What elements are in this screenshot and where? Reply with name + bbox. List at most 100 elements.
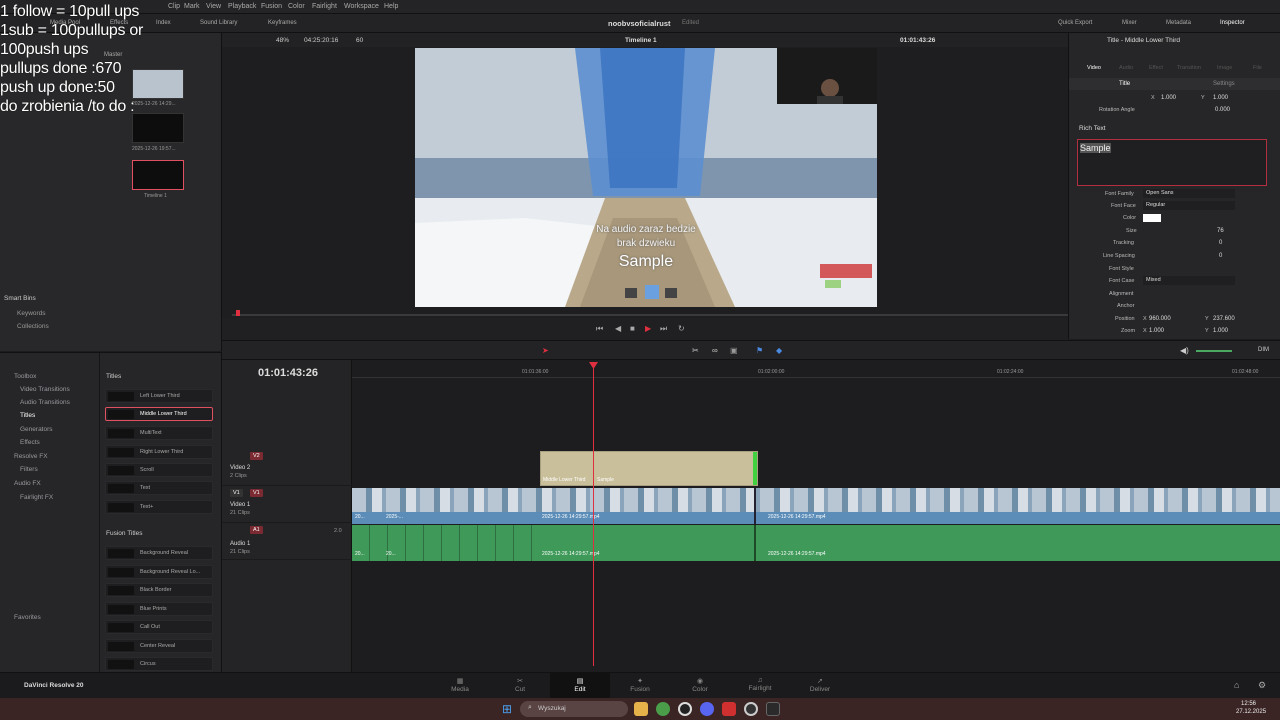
fusion-title-call-out[interactable]: Call Out [105, 620, 213, 634]
title-overlay-sample[interactable]: Sample [415, 253, 877, 271]
quick-export-button[interactable]: Quick Export [1058, 20, 1092, 26]
smart-bin-keywords[interactable]: Keywords [17, 310, 46, 317]
volume-icon[interactable]: ◀) [1180, 346, 1189, 355]
line-spacing-value[interactable]: 0 [1219, 253, 1222, 259]
home-icon[interactable]: ⌂ [1234, 680, 1239, 690]
metadata-button[interactable]: Metadata [1166, 20, 1191, 26]
tree-toolbox[interactable]: Toolbox [14, 373, 36, 380]
taskbar-search-box[interactable]: ⌕ Wyszukaj [520, 701, 628, 717]
subtab-title[interactable]: Title [1119, 81, 1130, 87]
marker-icon[interactable]: ◆ [776, 346, 782, 355]
title-multitext[interactable]: MultiText [105, 426, 213, 440]
mixer-button[interactable]: Mixer [1122, 20, 1137, 26]
fusion-title-background-reveal-lower[interactable]: Background Reveal Lo... [105, 565, 213, 579]
position-x-value[interactable]: 960.000 [1149, 316, 1171, 322]
tracking-value[interactable]: 0 [1219, 240, 1222, 246]
font-face-dropdown[interactable]: Regular [1143, 201, 1235, 210]
zoom-x-value[interactable]: 1.000 [1161, 95, 1176, 101]
clip-thumbnail[interactable] [132, 113, 184, 143]
menu-fairlight[interactable]: Fairlight [312, 3, 337, 10]
position-y-value[interactable]: 237.600 [1213, 316, 1235, 322]
zoom2-x-value[interactable]: 1.000 [1149, 328, 1164, 334]
play-icon[interactable]: ▶ [645, 324, 651, 333]
tree-fairlight-fx[interactable]: Fairlight FX [20, 494, 53, 501]
steam-icon[interactable] [744, 702, 758, 716]
tab-image[interactable]: Image [1217, 65, 1232, 71]
page-tab-fairlight[interactable]: ♫ Fairlight [730, 673, 790, 699]
page-tab-deliver[interactable]: ➚ Deliver [790, 673, 850, 699]
clip-trim-handle[interactable] [753, 452, 757, 485]
size-value[interactable]: 76 [1217, 228, 1224, 234]
fusion-title-black-border[interactable]: Black Border [105, 583, 213, 597]
chrome-icon[interactable] [656, 702, 670, 716]
tree-filters[interactable]: Filters [20, 466, 38, 473]
app-icon[interactable] [722, 702, 736, 716]
track-header-v2[interactable]: V2 Video 2 2 Clips [222, 450, 352, 486]
selection-tool-icon[interactable]: ➤ [542, 346, 549, 355]
fusion-title-blue-prints[interactable]: Blue Prints [105, 602, 213, 616]
scrubber-playhead[interactable] [236, 310, 240, 316]
title-scroll[interactable]: Scroll [105, 463, 213, 477]
timeline-ruler[interactable]: 01:01:36:00 01:02:00:00 01:02:24:00 01:0… [352, 360, 1280, 378]
title-clip-middle-lower-third[interactable]: Middle Lower Third Sample [540, 451, 758, 486]
last-frame-icon[interactable]: ⏭ [660, 324, 667, 334]
volume-slider[interactable] [1196, 350, 1232, 352]
link-icon[interactable]: ∞ [712, 346, 718, 355]
tree-video-transitions[interactable]: Video Transitions [20, 386, 70, 393]
menu-help[interactable]: Help [384, 3, 398, 10]
font-case-dropdown[interactable]: Mixed [1143, 276, 1235, 285]
scrubber-bar[interactable] [232, 314, 1068, 316]
timeline-area[interactable]: 01:01:36:00 01:02:00:00 01:02:24:00 01:0… [352, 360, 1280, 672]
clock-date[interactable]: 27.12.2025 [1236, 709, 1266, 715]
source-patch[interactable]: V1 [230, 489, 243, 497]
timeline-playhead[interactable] [593, 366, 594, 666]
video-frame[interactable]: Na audio zaraz bedzie brak dzwieku Sampl… [415, 48, 877, 307]
track-header-v1[interactable]: V1 V1 Video 1 21 Clips [222, 487, 352, 523]
rotation-angle-value[interactable]: 0.000 [1215, 107, 1230, 113]
menu-view[interactable]: View [206, 3, 221, 10]
track-header-a1[interactable]: A1 Audio 1 21 Clips 2.0 [222, 524, 352, 560]
tree-resolve-fx[interactable]: Resolve FX [14, 453, 48, 460]
inspector-button[interactable]: Inspector [1220, 20, 1245, 26]
stop-icon[interactable]: ■ [630, 324, 635, 333]
blade-tool-icon[interactable]: ✂ [692, 346, 699, 355]
title-right-lower-third[interactable]: Right Lower Third [105, 445, 213, 459]
tree-audio-fx[interactable]: Audio FX [14, 480, 41, 487]
lock-icon[interactable]: ▣ [730, 346, 738, 355]
tab-transition[interactable]: Transition [1177, 65, 1201, 71]
color-swatch[interactable] [1143, 214, 1161, 222]
fusion-title-circus[interactable]: Circus [105, 657, 213, 671]
page-tab-fusion[interactable]: ✦ Fusion [610, 673, 670, 699]
zoom-y-value[interactable]: 1.000 [1213, 95, 1228, 101]
loop-icon[interactable]: ↻ [678, 324, 685, 333]
title-text[interactable]: Text [105, 481, 213, 495]
davinci-resolve-icon[interactable] [766, 702, 780, 716]
reverse-icon[interactable]: ◀ [615, 324, 621, 333]
tab-video[interactable]: Video [1087, 65, 1101, 71]
tree-effects[interactable]: Effects [20, 439, 40, 446]
tab-audio[interactable]: Audio [1119, 65, 1133, 71]
file-explorer-icon[interactable] [634, 702, 648, 716]
fusion-title-background-reveal[interactable]: Background Reveal [105, 546, 213, 560]
page-tab-cut[interactable]: ✂ Cut [490, 673, 550, 699]
obs-icon[interactable] [678, 702, 692, 716]
favorites-label[interactable]: Favorites [14, 614, 41, 621]
title-left-lower-third[interactable]: Left Lower Third [105, 389, 213, 403]
menu-workspace[interactable]: Workspace [344, 3, 379, 10]
keyframes-button[interactable]: Keyframes [268, 20, 297, 26]
tab-effect[interactable]: Effect [1149, 65, 1163, 71]
dim-button[interactable]: DIM [1258, 347, 1269, 353]
clock-time[interactable]: 12:56 [1241, 701, 1256, 707]
timeline-thumbnail[interactable] [132, 160, 184, 190]
smart-bin-collections[interactable]: Collections [17, 323, 49, 330]
discord-icon[interactable] [700, 702, 714, 716]
audio-track-a1-clips[interactable]: 20... 20... 2025-12-26 14:29:57.mp4 2025… [352, 525, 1280, 561]
menu-fusion[interactable]: Fusion [261, 3, 282, 10]
menu-playback[interactable]: Playback [228, 3, 256, 10]
sound-library-button[interactable]: Sound Library [200, 20, 237, 26]
tree-generators[interactable]: Generators [20, 426, 53, 433]
font-family-dropdown[interactable]: Open Sans [1143, 189, 1235, 198]
timeline-name[interactable]: Timeline 1 [625, 37, 657, 44]
page-tab-color[interactable]: ◉ Color [670, 673, 730, 699]
windows-start-icon[interactable]: ⊞ [502, 702, 512, 716]
